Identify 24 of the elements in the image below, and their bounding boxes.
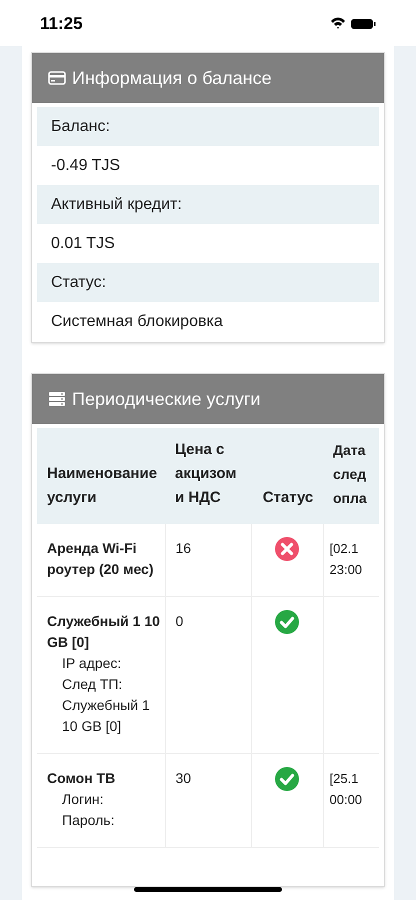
status-time: 11:25 bbox=[40, 13, 83, 36]
price-cell: 16 bbox=[176, 540, 192, 556]
date-cell-text: [25.1 00:00 bbox=[330, 770, 364, 809]
column-header: Наименование услуги bbox=[47, 464, 158, 508]
service-detail: IP адрес: bbox=[61, 654, 122, 673]
server-icon bbox=[48, 391, 66, 407]
card-title: Информация о балансе bbox=[72, 66, 272, 90]
price-cell: 0 bbox=[176, 613, 184, 629]
service-detail: Логин: bbox=[61, 790, 105, 809]
column-header: Статус bbox=[262, 488, 314, 508]
credit-card-icon bbox=[48, 71, 66, 85]
info-label-row: Статус: bbox=[37, 263, 379, 302]
info-label-row: Активный кредит: bbox=[37, 185, 379, 224]
service-detail: Пароль: bbox=[61, 811, 116, 830]
price-cell: 30 bbox=[176, 770, 192, 786]
column-header: Дата след опла bbox=[333, 441, 368, 508]
card-title: Периодические услуги bbox=[72, 388, 260, 411]
column-header: Цена с акцизом и НДС bbox=[175, 440, 238, 508]
service-name: Сомон ТВ bbox=[47, 769, 116, 788]
service-name: Служебный 1 10 GB [0] bbox=[47, 612, 160, 652]
service-name: Аренда Wi-Fi роутер (20 мес) bbox=[47, 539, 154, 579]
service-detail: След ТП: Служебный 1 10 GB [0] bbox=[61, 675, 151, 736]
info-label-row: Баланс: bbox=[37, 107, 379, 146]
date-cell-text: [02.1 23:00 bbox=[330, 540, 364, 579]
